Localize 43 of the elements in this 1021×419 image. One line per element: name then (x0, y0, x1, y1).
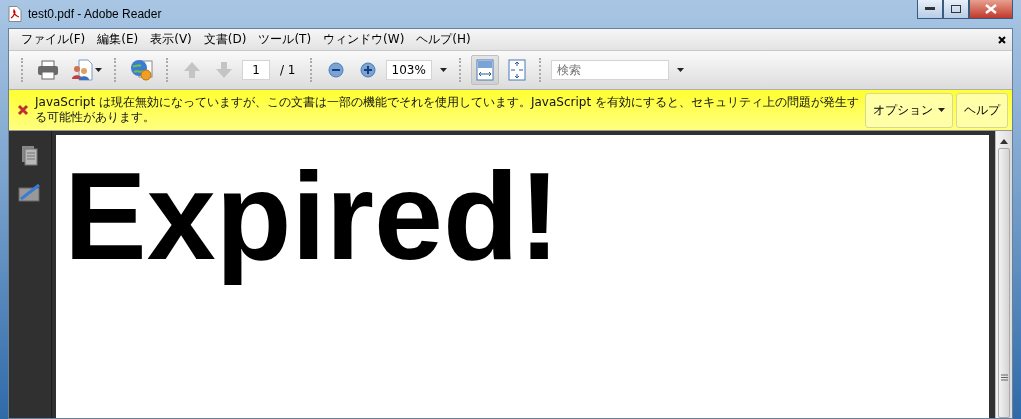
zoom-field[interactable]: 103% (385, 60, 432, 80)
printer-icon (37, 60, 59, 80)
page-total: / 1 (280, 63, 296, 77)
menu-item[interactable]: 表示(V) (144, 31, 198, 48)
maximize-button[interactable] (943, 0, 969, 19)
menu-item[interactable]: ヘルプ(H) (410, 31, 477, 48)
menu-item[interactable]: 編集(E) (91, 31, 145, 48)
page-number-field[interactable]: 1 (242, 60, 270, 80)
grip-icon (1000, 374, 1008, 381)
caret-icon (95, 68, 102, 72)
minimize-icon (925, 7, 935, 11)
zoom-in-icon (359, 62, 376, 78)
close-icon (17, 104, 29, 116)
menu-item[interactable]: ウィンドウ(W) (317, 31, 411, 48)
pdf-file-icon (8, 6, 22, 22)
caret-icon (439, 68, 447, 72)
scroll-up-icon[interactable] (1000, 139, 1008, 144)
minimize-button[interactable] (917, 0, 943, 19)
zoom-out-icon (327, 62, 344, 78)
close-icon[interactable] (998, 35, 1006, 44)
pages-icon[interactable] (21, 145, 39, 167)
close-icon (985, 4, 997, 14)
menu-item[interactable]: ファイル(F) (15, 31, 92, 48)
fit-width-icon (475, 59, 494, 81)
fit-page-icon (507, 59, 526, 81)
menu-item[interactable]: ツール(T) (252, 31, 318, 48)
document-text: Expired! (63, 146, 562, 287)
up-arrow-icon (182, 60, 202, 80)
vertical-scrollbar[interactable] (995, 131, 1012, 418)
fit-width-button[interactable] (470, 55, 499, 85)
down-arrow-icon (214, 60, 234, 80)
maximize-icon (951, 5, 961, 13)
close-button[interactable] (969, 0, 1013, 19)
signature-pen-icon[interactable] (18, 183, 42, 205)
window-title: test0.pdf - Adobe Reader (28, 7, 162, 21)
caret-icon (676, 68, 684, 72)
options-dropdown-button[interactable]: オプション (865, 92, 953, 128)
javascript-warning-message: JavaScript は現在無効になっていますが、この文書は一部の機能でそれを使用しています。JavaScript を有効にすると、セキュリティ上の問題が発生する可能性があります。 (35, 95, 859, 125)
menu-item[interactable]: 文書(D) (197, 31, 253, 48)
help-button[interactable]: ヘルプ (956, 92, 1008, 128)
search-field[interactable]: 検索 (550, 60, 669, 80)
globe-gear-icon (130, 58, 154, 82)
people-document-icon (71, 59, 93, 81)
